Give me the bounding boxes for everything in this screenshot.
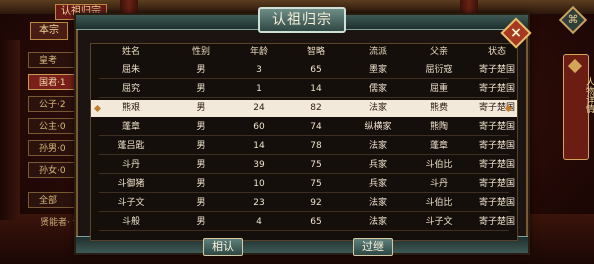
cell-age: 23 [253,198,265,208]
col-name: 姓名 [121,47,140,57]
cell-name: 斗御猪 [117,179,145,189]
cell-name: 斗丹 [121,160,140,170]
cell-status: 寄子楚国 [478,84,515,94]
cell-gender: 男 [196,122,206,132]
table-row[interactable]: 屈朱 男 3 65 墨家 屈衍寇 寄子楚国 [91,62,517,79]
dialog-title: 认祖归宗 [258,7,346,33]
table-row[interactable]: 蓬章 男 60 74 纵横家 熊陶 寄子楚国 [91,119,517,136]
cell-status: 寄子楚国 [478,179,515,189]
cell-school: 儒家 [368,84,387,94]
menu-item-princes[interactable]: 公子·2 [28,96,80,112]
cell-school: 法家 [368,141,387,151]
cell-father: 蓬章 [429,141,448,151]
cell-name: 蓬吕匙 [117,141,145,151]
cell-status: 寄子楚国 [478,217,515,227]
col-school: 流派 [368,47,387,57]
cell-name: 斗般 [121,217,140,227]
menu-item-princesses[interactable]: 公主·0 [28,118,80,134]
cell-father: 屈重 [429,84,448,94]
table-row[interactable]: 斗般 男 4 65 法家 斗子文 寄子楚国 [91,214,517,231]
col-gender: 性别 [191,47,210,57]
table-row[interactable]: 熊艰 男 24 82 法家 熊费 寄子楚国 [91,100,517,117]
cell-name: 蓬章 [121,122,140,132]
cell-father: 斗子文 [425,217,453,227]
cell-age: 3 [256,65,262,75]
cell-age: 14 [253,141,265,151]
cell-name: 屈朱 [121,65,140,75]
cell-father: 熊费 [429,103,448,113]
cell-intellect: 92 [310,198,322,208]
character-details-banner[interactable]: 人物详情 [563,54,594,160]
cell-age: 4 [256,217,262,227]
cell-gender: 男 [196,217,206,227]
confirm-button[interactable]: 相认 [203,238,243,256]
cell-status: 寄子楚国 [478,122,515,132]
tab-clan[interactable]: 本宗 [30,22,68,40]
settings-glyph: ⌘ [567,13,579,26]
menu-edge [0,40,20,220]
menu-item-ruler[interactable]: 国君·1 [28,74,80,90]
lineage-dialog: 认祖归宗 姓名 性别 年龄 智略 流派 父亲 状态 屈朱男 3 65 墨家 屈衍寇 寄子楚… [76,7,528,256]
cell-gender: 男 [196,84,206,94]
cell-gender: 男 [196,141,206,151]
menu-item-grandsons[interactable]: 孙男·0 [28,140,80,156]
table-row[interactable]: 斗丹 男 39 75 兵家 斗伯比 寄子楚国 [91,157,517,174]
cell-school: 墨家 [368,65,387,75]
cell-intellect: 14 [310,84,322,94]
menu-item-ancestor[interactable]: 皇考 [28,52,80,68]
cell-age: 1 [256,84,262,94]
cell-gender: 男 [196,65,206,75]
cell-school: 兵家 [368,160,387,170]
cell-status: 寄子楚国 [478,141,515,151]
cell-status: 寄子楚国 [478,65,515,75]
cell-intellect: 65 [310,217,322,227]
cell-age: 60 [253,122,265,132]
character-details-label: 人物详情 [584,77,594,113]
cell-gender: 男 [196,179,206,189]
table-row[interactable]: 斗御猪 男 10 75 兵家 斗丹 寄子楚国 [91,176,517,193]
cell-school: 法家 [368,217,387,227]
cell-gender: 男 [196,103,206,113]
cell-school: 法家 [368,103,387,113]
cell-intellect: 82 [310,103,322,113]
col-intellect: 智略 [306,47,325,57]
cell-intellect: 75 [310,179,322,189]
cell-father: 屈衍寇 [425,65,453,75]
cell-intellect: 65 [310,65,322,75]
background-lineage-menu: 认祖归宗 本宗 皇考 国君·1 公子·2 公主·0 孙男·0 孙女·0 全部 贤… [0,0,107,264]
menu-item-all[interactable]: 全部 [28,192,80,208]
cell-father: 熊陶 [429,122,448,132]
cell-status: 寄子楚国 [478,160,515,170]
table-row[interactable]: 蓬吕匙 男 14 78 法家 蓬章 寄子楚国 [91,138,517,155]
cell-school: 纵横家 [364,122,392,132]
heir-table: 姓名 性别 年龄 智略 流派 父亲 状态 屈朱男 3 65 墨家 屈衍寇 寄子楚国 屈究男 1… [90,43,518,241]
cell-age: 10 [253,179,265,189]
cell-gender: 男 [196,160,206,170]
cell-intellect: 75 [310,160,322,170]
table-row[interactable]: 斗子文 男 23 92 法家 斗伯比 寄子楚国 [91,195,517,212]
close-icon: × [510,25,522,41]
adopt-button[interactable]: 过继 [353,238,393,256]
menu-item-granddaughters[interactable]: 孙女·0 [28,162,80,178]
cell-school: 兵家 [368,179,387,189]
cell-father: 斗伯比 [425,198,453,208]
col-age: 年龄 [249,47,268,57]
diamond-ornament-icon [567,58,583,74]
cell-age: 39 [253,160,265,170]
cell-gender: 男 [196,198,206,208]
col-father: 父亲 [429,47,448,57]
cell-school: 法家 [368,198,387,208]
cell-father: 斗伯比 [425,160,453,170]
cell-status: 寄子楚国 [478,198,515,208]
cell-name: 斗子文 [117,198,145,208]
cell-status: 寄子楚国 [478,103,515,113]
cell-intellect: 74 [310,122,322,132]
table-header: 姓名 性别 年龄 智略 流派 父亲 状态 [91,44,517,60]
cell-intellect: 78 [310,141,322,151]
cell-name: 屈究 [121,84,140,94]
cell-father: 斗丹 [429,179,448,189]
cell-age: 24 [253,103,265,113]
cell-name: 熊艰 [121,103,140,113]
table-row[interactable]: 屈究 男 1 14 儒家 屈重 寄子楚国 [91,81,517,98]
